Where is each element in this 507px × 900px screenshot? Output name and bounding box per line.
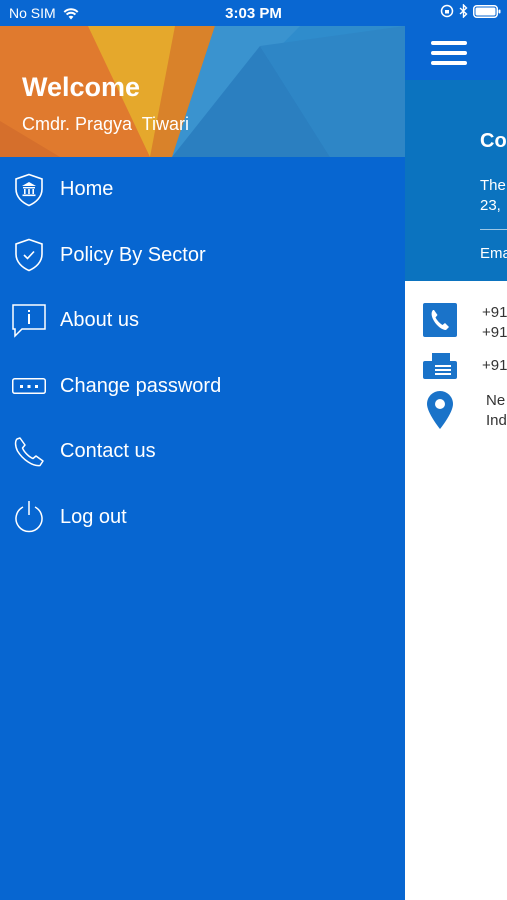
contact-details: +91 +91 +91 Ne Ind bbox=[405, 281, 507, 900]
menu-item-log-out[interactable]: Log out bbox=[0, 485, 405, 551]
menu-item-label: About us bbox=[60, 309, 139, 332]
location-pin-icon bbox=[427, 391, 453, 429]
info-bubble-icon bbox=[12, 303, 46, 339]
status-time: 3:03 PM bbox=[225, 5, 282, 22]
shield-home-icon bbox=[12, 172, 46, 208]
password-dots-icon bbox=[12, 368, 46, 404]
phone-line-1: +91 bbox=[482, 304, 507, 321]
menu-item-change-password[interactable]: Change password bbox=[0, 354, 405, 420]
hamburger-menu-icon[interactable] bbox=[431, 39, 467, 67]
navigation-drawer: Welcome Cmdr. Pragya Tiwari Home Policy … bbox=[0, 26, 405, 900]
address-line-2: 23, bbox=[480, 197, 501, 214]
fax-icon bbox=[423, 353, 457, 379]
location-line-1: Ne bbox=[486, 392, 506, 409]
menu-item-home[interactable]: Home bbox=[0, 157, 405, 223]
user-name: Cmdr. Pragya Tiwari bbox=[22, 114, 190, 134]
menu-item-label: Home bbox=[60, 178, 114, 201]
orientation-lock-icon bbox=[440, 4, 454, 18]
shield-check-icon bbox=[12, 237, 46, 273]
phone-box-icon bbox=[423, 303, 457, 337]
status-right bbox=[440, 4, 501, 18]
card-title: Co bbox=[480, 130, 507, 152]
background-top-bar bbox=[405, 26, 507, 80]
menu-item-label: Log out bbox=[60, 505, 127, 528]
fax-number: +91 bbox=[482, 357, 507, 374]
menu-item-about-us[interactable]: About us bbox=[0, 288, 405, 354]
card-email: Ema bbox=[480, 245, 507, 262]
battery-icon bbox=[473, 4, 501, 18]
bluetooth-icon bbox=[459, 4, 468, 18]
drawer-menu: Home Policy By Sector About us Change pa… bbox=[0, 157, 405, 550]
power-icon bbox=[12, 499, 46, 535]
phone-line-2: +91 bbox=[482, 324, 507, 341]
address-line-1: The bbox=[480, 177, 506, 194]
menu-item-policy-by-sector[interactable]: Policy By Sector bbox=[0, 223, 405, 289]
menu-item-label: Contact us bbox=[60, 440, 156, 463]
phone-icon bbox=[12, 434, 46, 470]
location-line-2: Ind bbox=[486, 412, 507, 429]
welcome-heading: Welcome bbox=[22, 72, 141, 102]
card-divider bbox=[480, 229, 507, 230]
card-address: The 23, bbox=[480, 176, 506, 216]
drawer-header: Welcome Cmdr. Pragya Tiwari bbox=[0, 26, 405, 157]
status-bar: No SIM 3:03 PM bbox=[0, 0, 507, 26]
menu-item-contact-us[interactable]: Contact us bbox=[0, 419, 405, 485]
contact-card: Co The 23, Ema bbox=[405, 80, 507, 281]
menu-item-label: Policy By Sector bbox=[60, 243, 206, 266]
menu-item-label: Change password bbox=[60, 374, 222, 397]
